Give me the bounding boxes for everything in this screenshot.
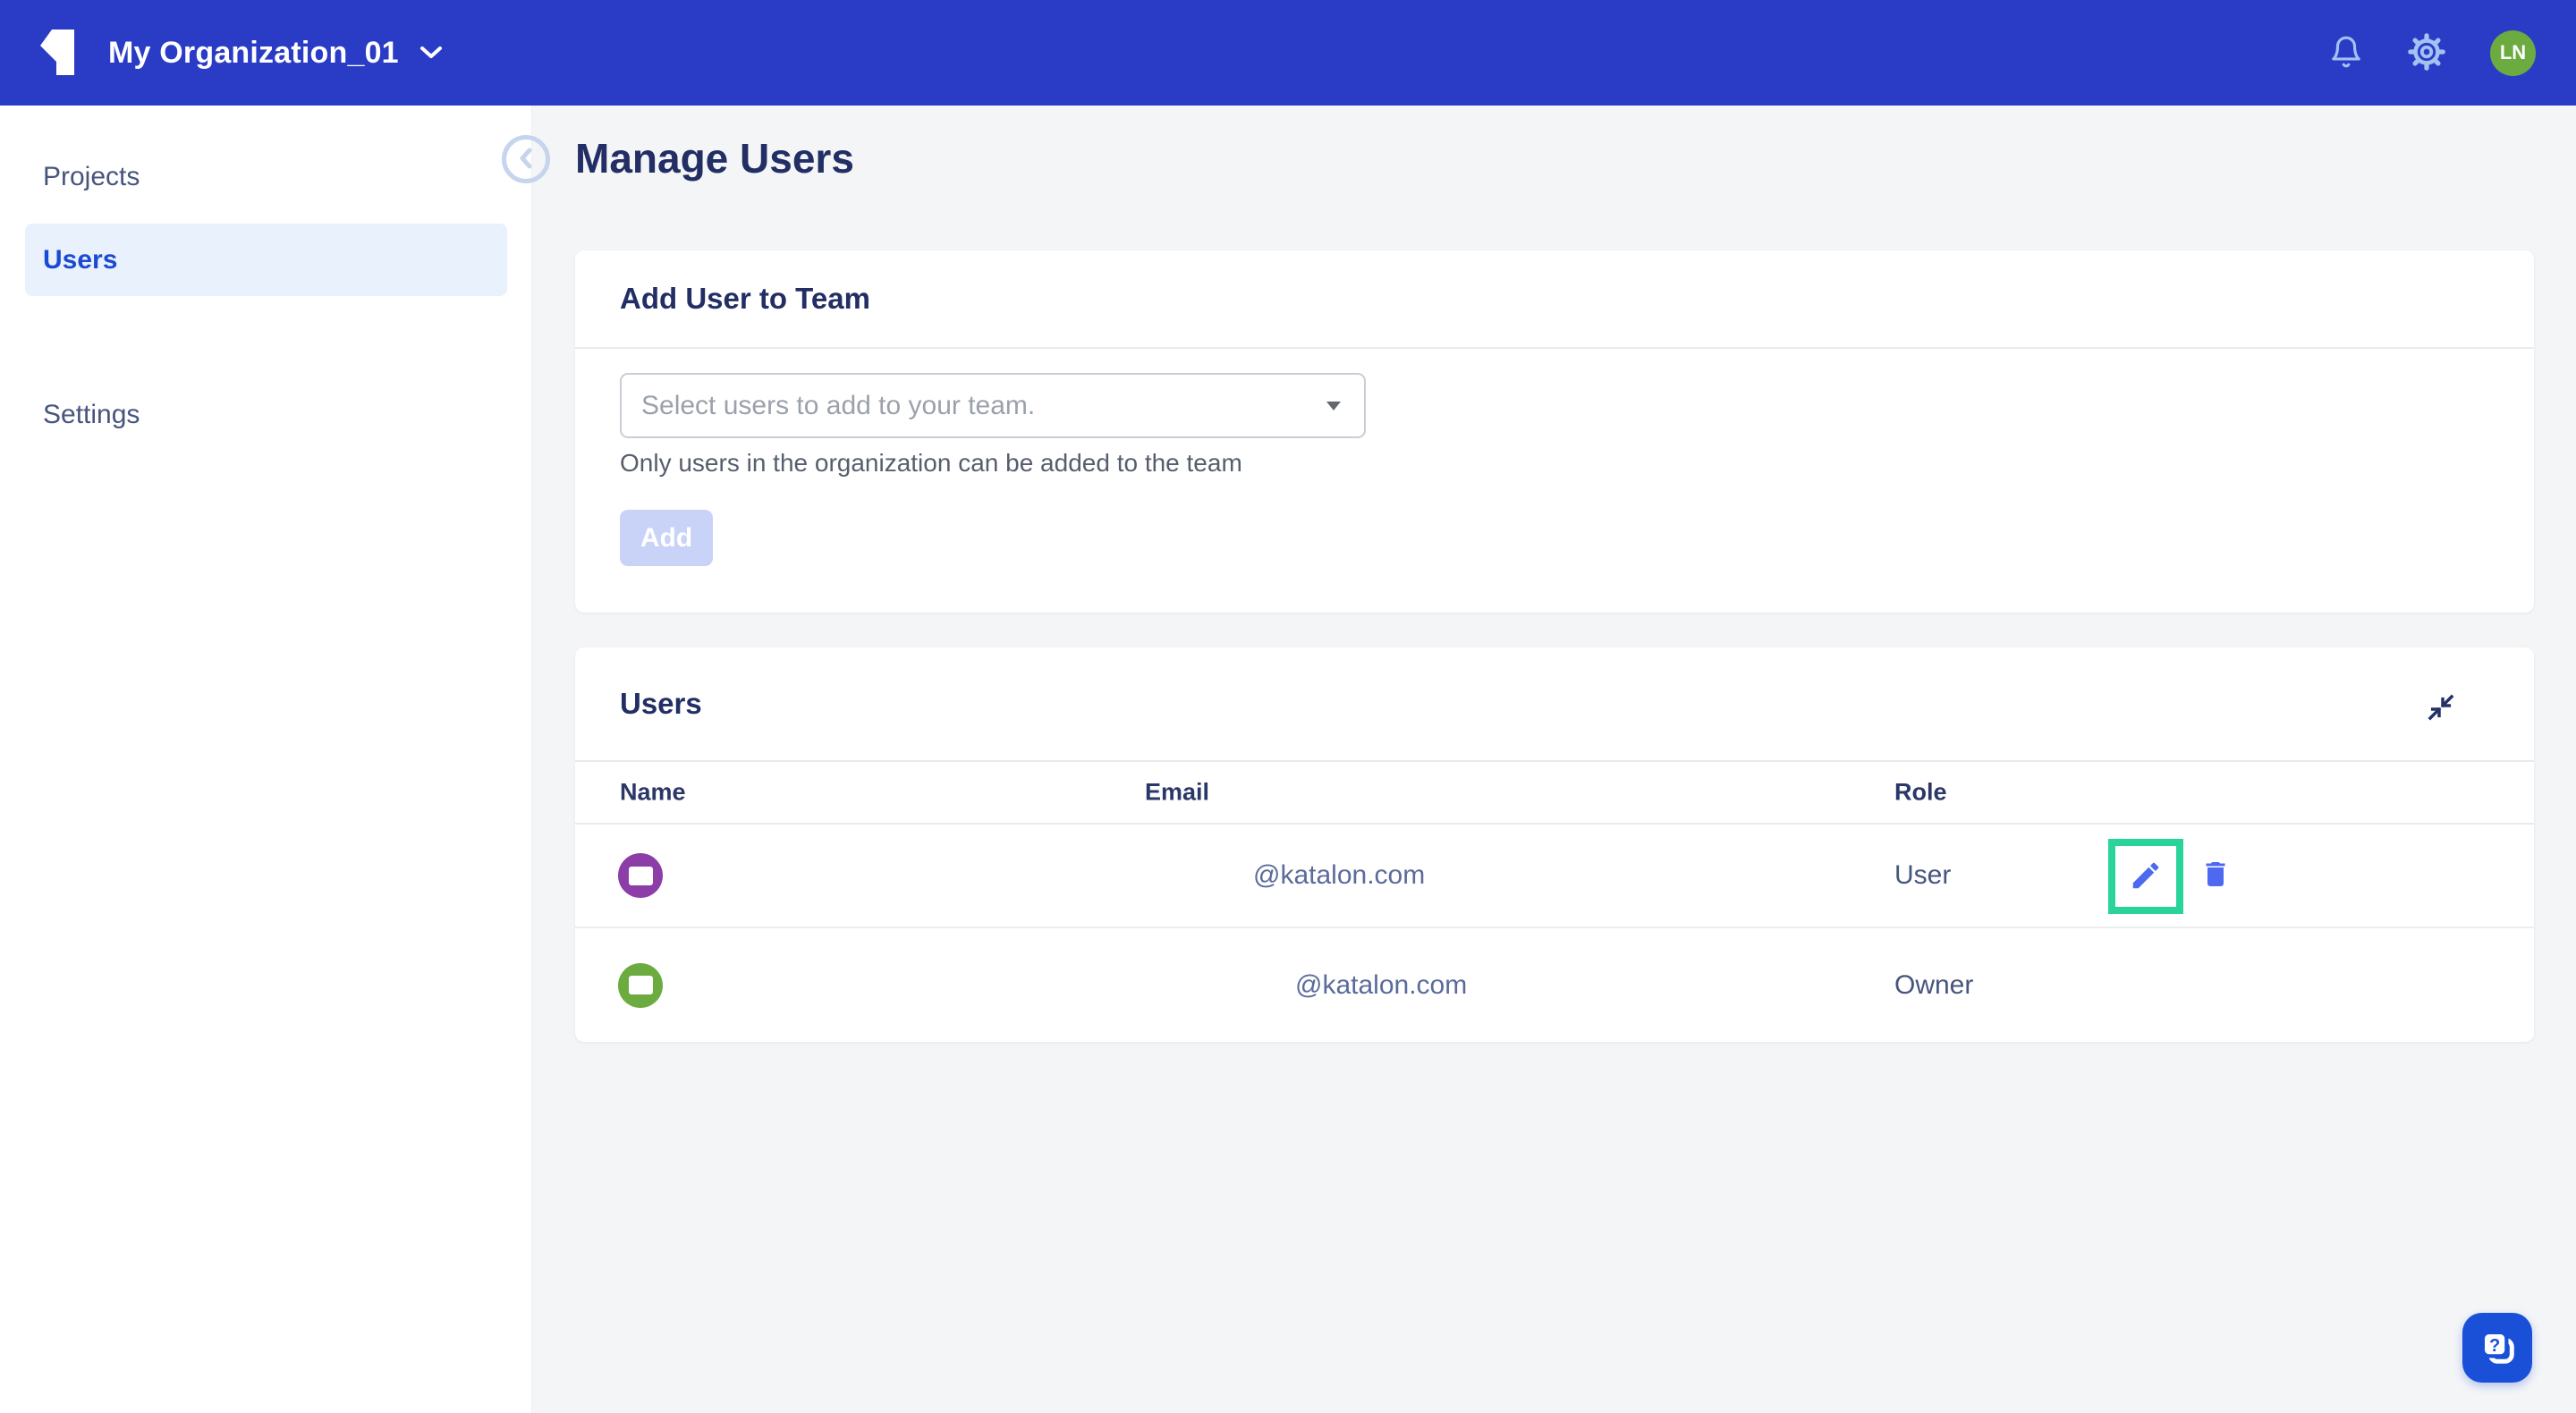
user-role: Owner bbox=[1894, 969, 1974, 1000]
user-email: @katalon.com bbox=[1253, 860, 1426, 890]
help-chat-icon: ? bbox=[2477, 1326, 2518, 1370]
sidebar-item-label: Settings bbox=[43, 400, 140, 429]
back-chevron-icon bbox=[516, 146, 536, 173]
users-card: Users Name Email Role @katalon.com User … bbox=[575, 647, 2534, 1042]
user-role: User bbox=[1894, 860, 1952, 890]
page-title: Manage Users bbox=[575, 135, 854, 182]
add-button[interactable]: Add bbox=[620, 510, 713, 566]
sidebar-item-users[interactable]: Users bbox=[25, 224, 507, 296]
org-switcher[interactable]: My Organization_01 bbox=[108, 36, 444, 71]
add-user-card: Add User to Team Select users to add to … bbox=[575, 250, 2534, 613]
settings-button[interactable] bbox=[2408, 32, 2445, 73]
dropdown-caret-icon bbox=[1326, 401, 1341, 410]
org-name: My Organization_01 bbox=[108, 35, 399, 70]
notifications-button[interactable] bbox=[2329, 35, 2363, 72]
users-card-header: Users bbox=[575, 647, 2534, 762]
avatar-redaction bbox=[628, 976, 653, 994]
add-user-helper-text: Only users in the organization can be ad… bbox=[620, 449, 1242, 477]
sidebar-item-settings[interactable]: Settings bbox=[0, 379, 532, 451]
delete-user-button[interactable] bbox=[2199, 859, 2232, 893]
collapse-card-button[interactable] bbox=[2424, 691, 2458, 725]
back-button[interactable] bbox=[502, 135, 550, 183]
avatar bbox=[618, 853, 663, 898]
table-row: @katalon.com Owner bbox=[575, 928, 2534, 1042]
user-email: @katalon.com bbox=[1295, 969, 1468, 1000]
chevron-down-icon bbox=[419, 44, 444, 63]
sidebar-item-label: Users bbox=[43, 244, 118, 275]
sidebar-item-label: Projects bbox=[43, 162, 140, 191]
bell-icon bbox=[2329, 35, 2363, 72]
svg-text:?: ? bbox=[2489, 1335, 2500, 1355]
users-card-title: Users bbox=[620, 687, 702, 720]
column-header-email: Email bbox=[1145, 778, 1210, 806]
user-select-placeholder: Select users to add to your team. bbox=[641, 390, 1036, 420]
column-header-role: Role bbox=[1894, 778, 1947, 806]
app-root: My Organization_01 LN Projects Users Set… bbox=[0, 0, 2576, 1413]
avatar-redaction bbox=[628, 866, 653, 885]
help-chat-button[interactable]: ? bbox=[2462, 1313, 2532, 1383]
users-table-header-row: Name Email Role bbox=[575, 762, 2534, 825]
top-navbar: My Organization_01 LN bbox=[0, 0, 2576, 106]
trash-icon bbox=[2199, 859, 2232, 893]
gear-icon bbox=[2408, 32, 2445, 73]
collapse-icon bbox=[2427, 693, 2455, 724]
edit-user-button[interactable] bbox=[2108, 839, 2183, 914]
katalon-logo bbox=[40, 30, 76, 76]
table-row: @katalon.com User bbox=[575, 825, 2534, 928]
column-header-name: Name bbox=[620, 778, 686, 806]
user-select[interactable]: Select users to add to your team. bbox=[620, 373, 1366, 438]
avatar bbox=[618, 962, 663, 1008]
sidebar-item-projects[interactable]: Projects bbox=[0, 141, 532, 213]
user-avatar[interactable]: LN bbox=[2490, 30, 2536, 76]
add-user-card-title: Add User to Team bbox=[620, 282, 870, 315]
add-user-card-header: Add User to Team bbox=[575, 250, 2534, 349]
edit-pencil-icon bbox=[2129, 859, 2163, 895]
sidebar: Projects Users Settings bbox=[0, 106, 532, 1413]
